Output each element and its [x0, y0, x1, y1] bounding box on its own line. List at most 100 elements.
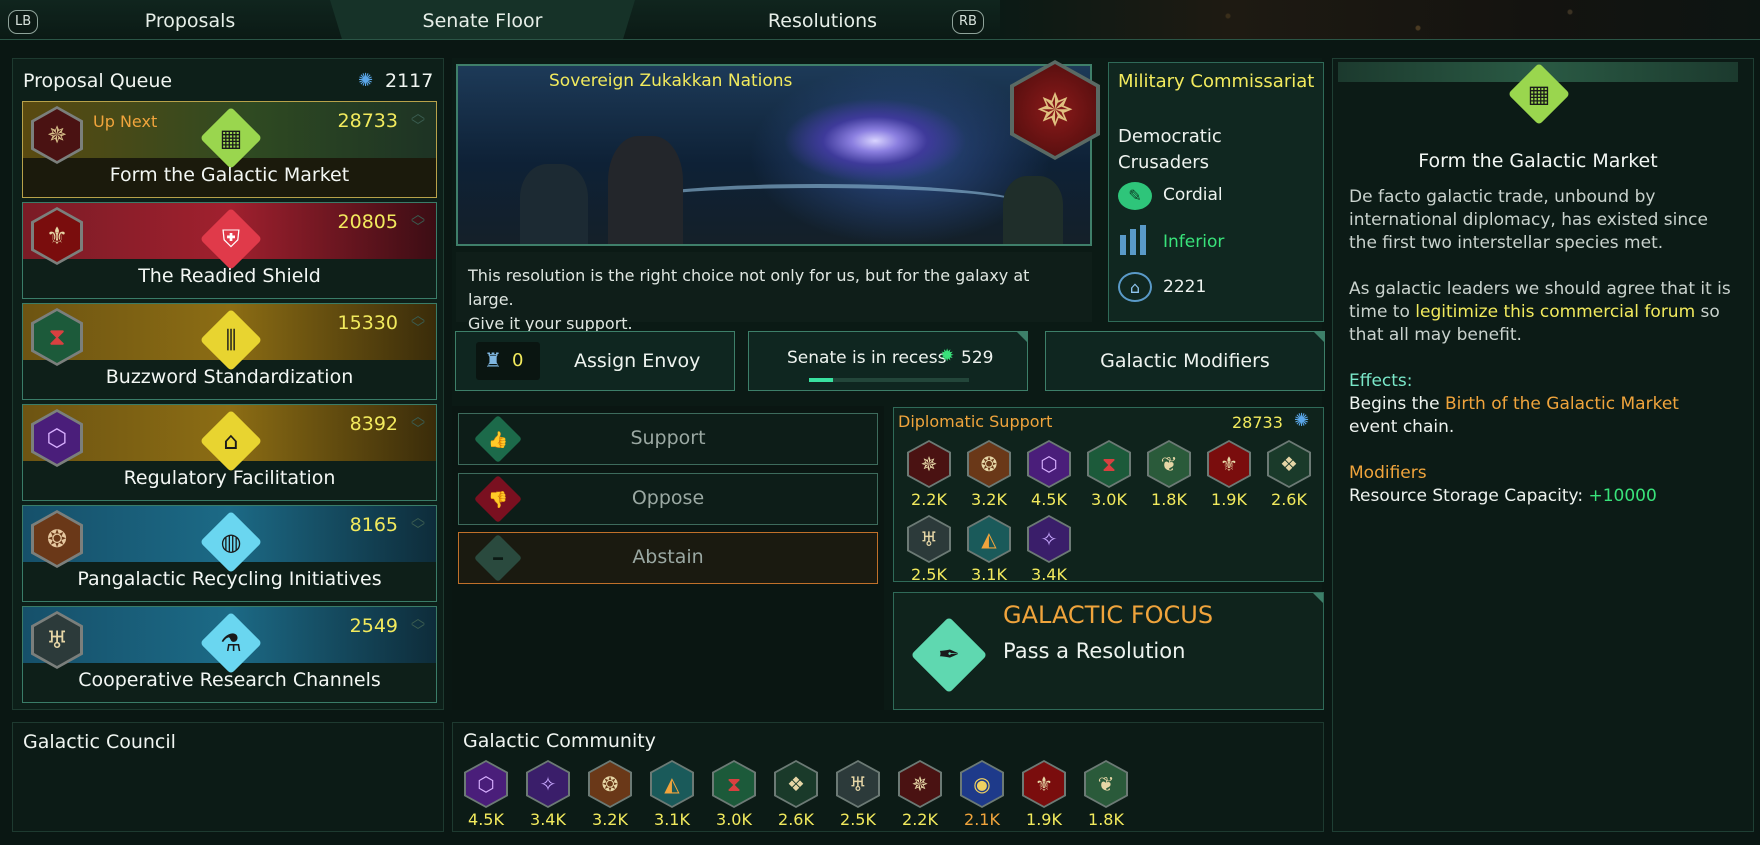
member-emblem[interactable]: ⬡ 4.5K [1025, 440, 1073, 509]
standardization-icon: ⫼ [199, 308, 263, 372]
detail-description: De facto galactic trade, unbound by inte… [1349, 187, 1708, 253]
rb-button-hint[interactable]: RB [952, 10, 984, 34]
tab-resolutions[interactable]: Resolutions [670, 0, 975, 39]
delegate-figure [520, 164, 588, 244]
support-button[interactable]: 👍 Support [458, 413, 878, 465]
shield-icon: ⛨ [199, 207, 263, 271]
detail-title: Form the Galactic Market [1418, 150, 1658, 172]
list-item[interactable]: ♅ ⚗ 2549 ︿ ﹀ Cooperative Research Channel… [22, 606, 437, 703]
modifier-value: +10000 [1588, 486, 1657, 506]
member-emblem[interactable]: ❖ 2.6K [1265, 440, 1313, 509]
market-icon: ▦ [199, 106, 263, 170]
opinion-label: Cordial [1163, 185, 1223, 205]
list-item[interactable]: ✵ Up Next ▦ 28733 ︿ ﹀ Form the Galactic M… [22, 101, 437, 198]
resolution-detail-panel [1332, 58, 1754, 832]
oppose-button[interactable]: 👎 Oppose [458, 473, 878, 525]
member-emblem[interactable]: ❂ 3.2K [586, 760, 634, 829]
reorder-arrows-icon[interactable]: ︿ ﹀ [408, 107, 428, 134]
member-emblem[interactable]: ◭ 3.1K [965, 515, 1013, 584]
reorder-arrows-icon[interactable]: ︿ ﹀ [408, 309, 428, 336]
proposal-value: 15330 [337, 312, 398, 334]
reorder-arrows-icon[interactable]: ︿ ﹀ [408, 612, 428, 639]
envoy-counter: ♜ 0 [476, 342, 540, 380]
member-emblem[interactable]: ✧ 3.4K [1025, 515, 1073, 584]
list-item[interactable]: ⬡ ⌂ 8392 ︿ ﹀ Regulatory Facilitation [22, 404, 437, 501]
modifiers-label: Modifiers [1349, 463, 1427, 483]
proposal-value: 8392 [349, 413, 398, 435]
envoy-count: 0 [512, 350, 524, 371]
empire-name: Military Commissariat [1118, 71, 1315, 92]
member-emblem[interactable]: ⚜ 1.9K [1205, 440, 1253, 509]
oppose-label: Oppose [631, 487, 705, 509]
effects-label: Effects: [1349, 371, 1413, 391]
detail-description-2: As galactic leaders we should agree that… [1349, 279, 1731, 345]
diplomatic-support-title: Diplomatic Support [898, 412, 1053, 431]
reorder-arrows-icon[interactable]: ︿ ﹀ [408, 208, 428, 235]
senate-recess-status: Senate is in recess ✹ 529 [748, 331, 1028, 391]
factory-icon: ⌂ [199, 409, 263, 473]
galactic-council-title: Galactic Council [23, 731, 176, 753]
proposer-empire-name: Sovereign Zukakkan Nations [549, 71, 793, 91]
galactic-focus-title: GALACTIC FOCUS [1003, 601, 1214, 629]
proposal-name: Form the Galactic Market [109, 164, 350, 186]
tab-proposals[interactable]: Proposals [40, 0, 340, 39]
event-chain-link[interactable]: Birth of the Galactic Market [1445, 394, 1679, 414]
reorder-arrows-icon[interactable]: ︿ ﹀ [408, 511, 428, 538]
reorder-arrows-icon[interactable]: ︿ ﹀ [408, 410, 428, 437]
abstain-button[interactable]: ━ Abstain [458, 532, 878, 584]
proposal-value: 8165 [349, 514, 398, 536]
resolution-banner-image [456, 64, 1092, 246]
relative-power-label: Inferior [1163, 232, 1225, 252]
focus-icon: ✒ [910, 616, 988, 694]
galactic-focus-subtitle: Pass a Resolution [1003, 639, 1186, 663]
empire-influence-value: 2221 [1163, 277, 1207, 297]
member-emblem[interactable]: ◉ 2.1K [958, 760, 1006, 829]
resolution-quote: This resolution is the right choice not … [456, 252, 1092, 333]
recess-progress-bar [809, 378, 969, 382]
assign-envoy-button[interactable]: ♜ 0 Assign Envoy [455, 331, 735, 391]
member-emblem[interactable]: ♅ 2.5K [905, 515, 953, 584]
member-emblem[interactable]: ✧ 3.4K [524, 760, 572, 829]
galactic-modifiers-button[interactable]: Galactic Modifiers [1045, 331, 1325, 391]
modifier-line: Resource Storage Capacity: +10000 [1349, 486, 1657, 506]
galactic-modifiers-label: Galactic Modifiers [1100, 350, 1270, 372]
proposal-name: The Readied Shield [138, 265, 321, 287]
member-emblem[interactable]: ⬡ 4.5K [462, 760, 510, 829]
proposal-value: 2549 [349, 615, 398, 637]
clock-icon: ✹ [940, 346, 955, 366]
member-emblem[interactable]: ❦ 1.8K [1082, 760, 1130, 829]
top-tab-bar: LB Proposals Senate Floor Resolutions RB [0, 0, 1760, 40]
member-emblem[interactable]: ✵ 2.2K [905, 440, 953, 509]
member-emblem[interactable]: ✵ 2.2K [896, 760, 944, 829]
list-item[interactable]: ⧗ ⫼ 15330 ︿ ﹀ Buzzword Standardization [22, 303, 437, 400]
starfield-decoration [1000, 0, 1760, 39]
up-next-label: Up Next [93, 112, 158, 131]
lb-button-hint[interactable]: LB [8, 10, 39, 34]
recess-days: 529 [961, 348, 994, 368]
empire-government: Democratic Crusaders [1118, 126, 1222, 173]
proposal-name: Pangalactic Recycling Initiatives [77, 568, 382, 590]
member-emblem[interactable]: ❂ 3.2K [965, 440, 1013, 509]
influence-icon: ✺ [358, 70, 374, 91]
support-label: Support [630, 427, 706, 449]
member-emblem[interactable]: ♅ 2.5K [834, 760, 882, 829]
member-emblem[interactable]: ◭ 3.1K [648, 760, 696, 829]
list-item[interactable]: ❂ ◍ 8165 ︿ ﹀ Pangalactic Recycling Initia… [22, 505, 437, 602]
proposal-name: Regulatory Facilitation [123, 467, 336, 489]
member-emblem[interactable]: ⚜ 1.9K [1020, 760, 1068, 829]
senate-status-label: Senate is in recess [787, 348, 947, 368]
relative-power-icon [1120, 225, 1150, 255]
globe-icon: ◍ [199, 510, 263, 574]
commercial-forum-link[interactable]: legitimize this commercial forum [1415, 302, 1695, 322]
queue-influence-value: 2117 [385, 70, 434, 92]
list-item[interactable]: ⚜ ⛨ 20805 ︿ ﹀ The Readied Shield [22, 202, 437, 299]
abstain-label: Abstain [632, 546, 704, 568]
member-emblem[interactable]: ❖ 2.6K [772, 760, 820, 829]
influence-icon: ⌂ [1118, 272, 1152, 302]
member-emblem[interactable]: ⧗ 3.0K [710, 760, 758, 829]
member-emblem[interactable]: ❦ 1.8K [1145, 440, 1193, 509]
tab-senate-floor[interactable]: Senate Floor [330, 0, 635, 39]
proposal-queue-title: Proposal Queue [23, 70, 173, 92]
member-emblem[interactable]: ⧗ 3.0K [1085, 440, 1133, 509]
recess-progress-fill [809, 378, 833, 382]
